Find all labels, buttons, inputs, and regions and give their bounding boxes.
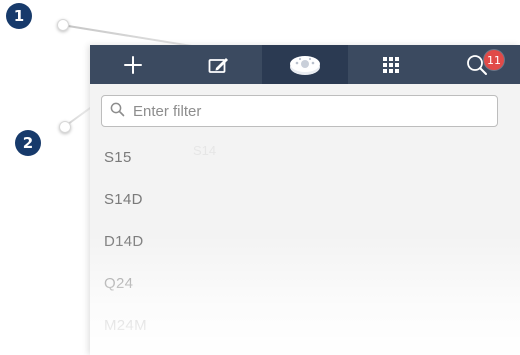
cameras-button[interactable]: [262, 45, 348, 84]
toolbar: 11: [90, 45, 520, 84]
callout-badge-1: 1: [6, 3, 32, 29]
grid-view-button[interactable]: [348, 45, 434, 84]
notification-count-badge: 11: [484, 50, 504, 70]
grid-icon: [383, 56, 399, 73]
filter-input[interactable]: [131, 96, 497, 126]
plus-icon: [123, 55, 143, 75]
add-button[interactable]: [90, 45, 176, 84]
callout-badge-2: 2: [15, 130, 41, 156]
edit-icon: [208, 56, 230, 74]
filter-field[interactable]: [101, 95, 498, 127]
camera-list-item[interactable]: S15: [90, 137, 520, 179]
callout-dot-1: [57, 19, 69, 31]
camera-list-item[interactable]: D14D: [90, 221, 520, 263]
camera-list-item[interactable]: S14D: [90, 179, 520, 221]
camera-panel: 11 S14 S15 S14D D14D Q24 M24M: [90, 45, 520, 355]
edit-button[interactable]: [176, 45, 262, 84]
camera-list-item[interactable]: M24M: [90, 305, 520, 347]
dome-camera-icon: [288, 54, 322, 76]
search-icon: [110, 102, 125, 121]
search-button[interactable]: 11: [434, 45, 520, 84]
callout-dot-2: [59, 121, 71, 133]
camera-list: S15 S14D D14D Q24 M24M: [90, 137, 520, 347]
camera-list-item[interactable]: Q24: [90, 263, 520, 305]
